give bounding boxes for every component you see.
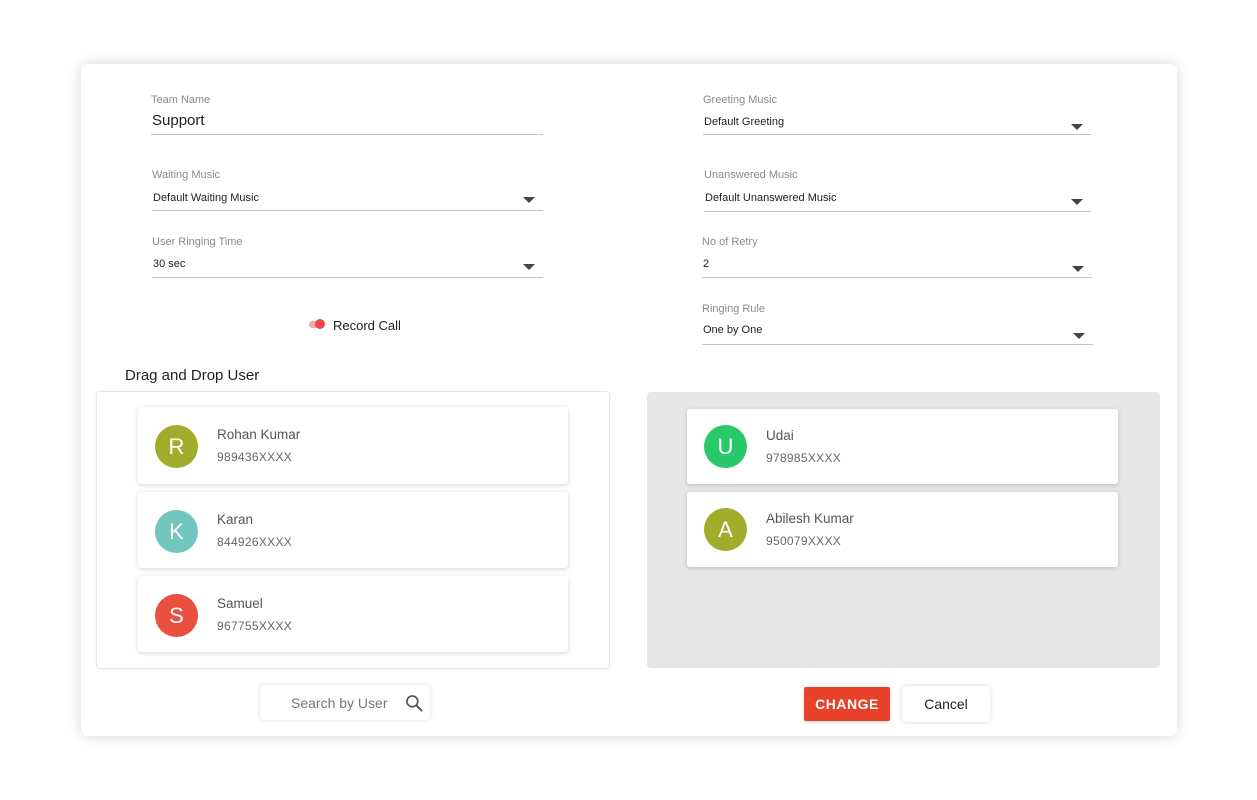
toggle-knob	[315, 319, 325, 329]
avatar: U	[704, 425, 747, 468]
team-settings-card: Team Name Support Waiting Music Default …	[81, 64, 1177, 736]
user-ringing-time-label: User Ringing Time	[152, 236, 243, 248]
assigned-users-drop-zone[interactable]: U Udai 978985XXXX A Abilesh Kumar 950079…	[647, 392, 1160, 668]
team-name-label: Team Name	[151, 94, 211, 106]
unanswered-music-value: Default Unanswered Music	[705, 192, 837, 204]
user-name: Rohan Kumar	[217, 427, 301, 442]
team-name-input[interactable]: Support	[152, 112, 205, 129]
change-button[interactable]: CHANGE	[804, 687, 890, 721]
no-of-retry-label: No of Retry	[702, 236, 758, 248]
chevron-down-icon[interactable]	[1071, 199, 1083, 205]
unanswered-music-underline	[704, 211, 1091, 212]
user-card[interactable]: U Udai 978985XXXX	[687, 409, 1118, 484]
user-card[interactable]: K Karan 844926XXXX	[138, 492, 568, 568]
avatar: R	[155, 425, 198, 468]
chevron-down-icon[interactable]	[1071, 124, 1083, 130]
user-phone: 989436XXXX	[217, 450, 293, 464]
waiting-music-label: Waiting Music	[152, 169, 221, 181]
greeting-music-underline	[703, 134, 1091, 135]
chevron-down-icon[interactable]	[523, 197, 535, 203]
ringing-rule-label: Ringing Rule	[702, 303, 765, 315]
ringing-rule-underline	[702, 344, 1093, 345]
search-user-box[interactable]: Search by User	[260, 685, 430, 720]
user-ringing-time-underline	[152, 277, 543, 278]
user-name: Karan	[217, 512, 254, 527]
search-input[interactable]: Search by User	[291, 695, 387, 711]
avatar: K	[155, 510, 198, 553]
greeting-music-label: Greeting Music	[703, 94, 777, 106]
record-call-toggle[interactable]	[309, 319, 325, 329]
user-phone: 978985XXXX	[766, 451, 842, 465]
no-of-retry-select[interactable]: No of Retry 2	[702, 236, 1092, 278]
ringing-rule-select[interactable]: Ringing Rule One by One	[702, 303, 1093, 345]
user-phone: 844926XXXX	[217, 535, 293, 549]
waiting-music-value: Default Waiting Music	[153, 192, 259, 204]
user-name: Samuel	[217, 596, 263, 611]
user-ringing-time-select[interactable]: User Ringing Time 30 sec	[152, 236, 543, 278]
no-of-retry-underline	[702, 277, 1092, 278]
chevron-down-icon[interactable]	[523, 264, 535, 270]
waiting-music-select[interactable]: Waiting Music Default Waiting Music	[152, 169, 543, 211]
user-phone: 967755XXXX	[217, 619, 293, 633]
chevron-down-icon[interactable]	[1073, 333, 1085, 339]
avatar: S	[155, 594, 198, 637]
user-name: Udai	[766, 428, 794, 443]
record-call-label: Record Call	[333, 318, 401, 333]
no-of-retry-value: 2	[703, 258, 710, 270]
greeting-music-value: Default Greeting	[704, 116, 785, 128]
unanswered-music-label: Unanswered Music	[704, 169, 798, 181]
user-card[interactable]: A Abilesh Kumar 950079XXXX	[687, 492, 1118, 567]
drag-drop-title: Drag and Drop User	[125, 367, 260, 384]
user-phone: 950079XXXX	[766, 534, 842, 548]
ringing-rule-value: One by One	[703, 324, 763, 336]
team-name-underline	[151, 134, 543, 135]
search-icon[interactable]	[404, 693, 424, 713]
cancel-button[interactable]: Cancel	[902, 686, 990, 722]
avatar: A	[704, 508, 747, 551]
team-name-field[interactable]: Team Name Support	[151, 94, 543, 135]
user-ringing-time-value: 30 sec	[153, 258, 186, 270]
available-users-panel[interactable]: R Rohan Kumar 989436XXXX K Karan 844926X…	[96, 391, 610, 669]
user-card[interactable]: S Samuel 967755XXXX	[138, 576, 568, 652]
greeting-music-select[interactable]: Greeting Music Default Greeting	[703, 94, 1091, 135]
waiting-music-underline	[152, 210, 543, 211]
user-name: Abilesh Kumar	[766, 511, 854, 526]
unanswered-music-select[interactable]: Unanswered Music Default Unanswered Musi…	[704, 169, 1091, 212]
chevron-down-icon[interactable]	[1072, 266, 1084, 272]
user-card[interactable]: R Rohan Kumar 989436XXXX	[138, 407, 568, 484]
